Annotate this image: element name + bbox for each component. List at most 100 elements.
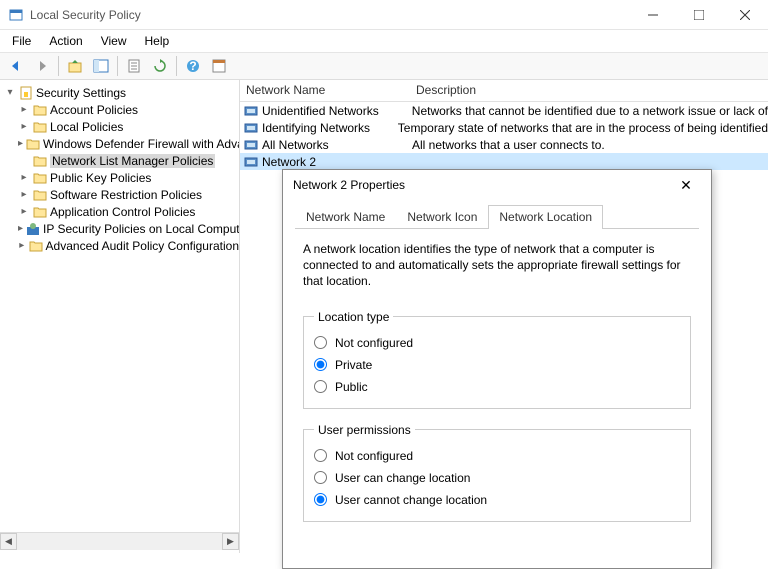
expand-icon[interactable]: ▸ bbox=[18, 240, 26, 251]
tree-item[interactable]: ▸Public Key Policies bbox=[0, 169, 239, 186]
location-public-radio[interactable] bbox=[314, 380, 327, 393]
folder-icon bbox=[32, 119, 48, 135]
permissions-not-configured-option[interactable]: Not configured bbox=[314, 445, 680, 467]
folder-icon bbox=[28, 238, 44, 254]
expand-icon[interactable]: ▸ bbox=[18, 172, 30, 183]
location-type-legend: Location type bbox=[314, 310, 393, 324]
tab-network-location[interactable]: Network Location bbox=[488, 205, 603, 229]
security-settings-icon bbox=[18, 85, 34, 101]
location-not-configured-option[interactable]: Not configured bbox=[314, 332, 680, 354]
permissions-not-configured-radio[interactable] bbox=[314, 449, 327, 462]
location-type-group: Location type Not configured Private Pub… bbox=[303, 310, 691, 409]
permissions-cannot-change-radio[interactable] bbox=[314, 493, 327, 506]
list-cell-name: Network 2 bbox=[262, 155, 412, 169]
properties-button[interactable] bbox=[207, 54, 231, 78]
list-cell-name: Identifying Networks bbox=[262, 121, 398, 135]
option-label: Private bbox=[335, 358, 372, 372]
scroll-track[interactable] bbox=[17, 533, 222, 550]
tab-content: A network location identifies the type o… bbox=[295, 229, 699, 548]
tree-item[interactable]: ▸Account Policies bbox=[0, 101, 239, 118]
export-button[interactable] bbox=[122, 54, 146, 78]
scroll-left-button[interactable]: ◀ bbox=[0, 533, 17, 550]
list-row[interactable]: Identifying NetworksTemporary state of n… bbox=[240, 119, 768, 136]
expand-icon[interactable]: ▸ bbox=[18, 189, 30, 200]
permissions-cannot-change-option[interactable]: User cannot change location bbox=[314, 489, 680, 511]
expand-icon[interactable]: ▸ bbox=[18, 206, 30, 217]
folder-icon bbox=[32, 153, 48, 169]
expand-icon[interactable]: ▸ bbox=[18, 121, 30, 132]
up-button[interactable] bbox=[63, 54, 87, 78]
list-cell-description: Networks that cannot be identified due t… bbox=[412, 104, 768, 118]
tree-item[interactable]: ▸ Windows Defender Firewall with Advanced… bbox=[0, 135, 239, 152]
tree-pane: ▾ Security Settings ▸Account Policies▸Lo… bbox=[0, 80, 240, 553]
expand-icon[interactable]: ▸ bbox=[18, 104, 30, 115]
permissions-can-change-radio[interactable] bbox=[314, 471, 327, 484]
option-label: Not configured bbox=[335, 449, 413, 463]
network-icon bbox=[243, 103, 259, 119]
list-cell-name: Unidentified Networks bbox=[262, 104, 412, 118]
menu-action[interactable]: Action bbox=[41, 32, 90, 50]
option-label: User cannot change location bbox=[335, 493, 487, 507]
option-label: Public bbox=[335, 380, 368, 394]
column-header-name[interactable]: Network Name bbox=[240, 80, 410, 101]
help-button[interactable]: ? bbox=[181, 54, 205, 78]
forward-button[interactable] bbox=[30, 54, 54, 78]
tree-item-label: Windows Defender Firewall with Advanced … bbox=[43, 137, 239, 151]
expand-icon[interactable]: ▸ bbox=[18, 223, 23, 234]
tree-item[interactable]: Network List Manager Policies bbox=[0, 152, 239, 169]
expand-icon[interactable]: ▸ bbox=[18, 138, 23, 149]
menubar: File Action View Help bbox=[0, 30, 768, 52]
collapse-icon[interactable]: ▾ bbox=[4, 87, 16, 98]
menu-view[interactable]: View bbox=[93, 32, 135, 50]
location-not-configured-radio[interactable] bbox=[314, 336, 327, 349]
tree-item-label: Application Control Policies bbox=[50, 205, 195, 219]
menu-file[interactable]: File bbox=[4, 32, 39, 50]
network-properties-dialog: Network 2 Properties ✕ Network Name Netw… bbox=[282, 169, 712, 569]
back-button[interactable] bbox=[4, 54, 28, 78]
app-icon bbox=[8, 7, 24, 23]
tab-network-icon[interactable]: Network Icon bbox=[396, 205, 488, 229]
location-public-option[interactable]: Public bbox=[314, 376, 680, 398]
network-icon bbox=[243, 137, 259, 153]
show-hide-tree-button[interactable] bbox=[89, 54, 113, 78]
svg-text:?: ? bbox=[189, 59, 196, 73]
minimize-button[interactable] bbox=[630, 0, 676, 30]
location-description: A network location identifies the type o… bbox=[303, 241, 691, 290]
list-cell-description: Temporary state of networks that are in … bbox=[398, 121, 768, 135]
scroll-right-button[interactable]: ▶ bbox=[222, 533, 239, 550]
list-cell-name: All Networks bbox=[262, 138, 412, 152]
list-row[interactable]: Network 2 bbox=[240, 153, 768, 170]
location-private-option[interactable]: Private bbox=[314, 354, 680, 376]
tree-item[interactable]: ▸Advanced Audit Policy Configuration bbox=[0, 237, 239, 254]
tab-network-name[interactable]: Network Name bbox=[295, 205, 396, 229]
folder-icon bbox=[32, 102, 48, 118]
ipsec-icon bbox=[25, 221, 41, 237]
titlebar: Local Security Policy bbox=[0, 0, 768, 30]
close-button[interactable] bbox=[722, 0, 768, 30]
column-header-description[interactable]: Description bbox=[410, 80, 768, 101]
permissions-can-change-option[interactable]: User can change location bbox=[314, 467, 680, 489]
list-row[interactable]: All NetworksAll networks that a user con… bbox=[240, 136, 768, 153]
user-permissions-legend: User permissions bbox=[314, 423, 415, 437]
toolbar-separator bbox=[176, 56, 177, 76]
refresh-button[interactable] bbox=[148, 54, 172, 78]
tree-item[interactable]: ▸Local Policies bbox=[0, 118, 239, 135]
maximize-button[interactable] bbox=[676, 0, 722, 30]
network-icon bbox=[243, 154, 259, 170]
option-label: Not configured bbox=[335, 336, 413, 350]
folder-icon bbox=[32, 204, 48, 220]
tree-root[interactable]: ▾ Security Settings bbox=[0, 84, 239, 101]
tree-item[interactable]: ▸ Application Control Policies bbox=[0, 203, 239, 220]
list-row[interactable]: Unidentified NetworksNetworks that canno… bbox=[240, 102, 768, 119]
menu-help[interactable]: Help bbox=[137, 32, 178, 50]
dialog-title: Network 2 Properties bbox=[293, 178, 671, 192]
list-header: Network Name Description bbox=[240, 80, 768, 102]
tree-horizontal-scrollbar[interactable]: ◀ ▶ bbox=[0, 532, 239, 549]
location-private-radio[interactable] bbox=[314, 358, 327, 371]
tree-item[interactable]: ▸Software Restriction Policies bbox=[0, 186, 239, 203]
tree-item[interactable]: ▸IP Security Policies on Local Computer bbox=[0, 220, 239, 237]
dialog-close-button[interactable]: ✕ bbox=[671, 170, 701, 200]
tree-item-label: Network List Manager Policies bbox=[50, 154, 215, 168]
folder-icon bbox=[32, 170, 48, 186]
user-permissions-group: User permissions Not configured User can… bbox=[303, 423, 691, 522]
